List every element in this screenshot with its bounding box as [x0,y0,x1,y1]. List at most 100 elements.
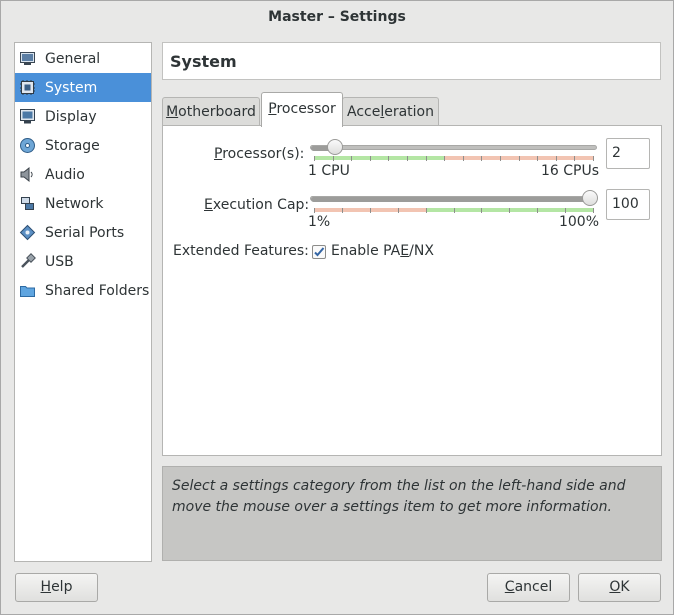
sidebar-item-display[interactable]: Display [15,102,151,131]
scale-tick [333,156,334,161]
sidebar-item-label: Serial Ports [45,224,125,241]
help-button-label: elp [51,579,73,595]
scale-tick [370,156,371,161]
processor-tab-panel: Processor(s): 1 CPU 16 CPUs 2 Execution … [162,125,662,456]
scale-tick [444,156,445,161]
enable-pae-nx-label-post: /NX [409,243,434,259]
sidebar-item-general[interactable]: General [15,44,151,73]
processors-slider-thumb[interactable] [327,139,344,155]
cancel-button[interactable]: Cancel [487,573,570,602]
execution-cap-slider-fill [311,197,590,202]
tab-acceleration[interactable]: Acceleration [342,97,439,127]
processors-max-label: 16 CPUs [540,163,599,179]
scale-tick [314,208,315,213]
execution-cap-slider-thumb[interactable] [582,190,598,206]
network-icon [19,195,36,212]
scale-tick [593,156,594,161]
processors-min-label: 1 CPU [308,163,350,179]
tab-label-pre: Acce [347,104,381,120]
window-title: Master – Settings [268,9,406,25]
scale-tick [519,156,520,161]
scale-tick [342,208,343,213]
sidebar-item-usb[interactable]: USB [15,247,151,276]
scale-tick [463,156,464,161]
execution-cap-label-mnemonic: E [204,197,213,213]
sidebar-item-label: Shared Folders [45,282,150,299]
monitor-icon [19,50,36,67]
ok-button-mnemonic: O [609,579,621,595]
sidebar-item-shared-folders[interactable]: Shared Folders [15,276,151,305]
display-icon [19,108,36,125]
tab-label-post: rocessor [276,101,336,117]
scale-tick [574,156,575,161]
scale-tick [481,208,482,213]
sidebar-item-label: Audio [45,166,85,183]
scale-tick [370,208,371,213]
sidebar-item-storage[interactable]: Storage [15,131,151,160]
execution-cap-scale [314,208,594,213]
tab-label-post: otherboard [178,104,256,120]
scale-tick [398,208,399,213]
sidebar-item-label: Display [45,108,97,125]
checkmark-icon [314,247,325,257]
tab-motherboard[interactable]: Motherboard [162,97,260,127]
enable-pae-nx-label-mnemonic: E [400,243,410,259]
scale-tick [314,156,315,161]
usb-icon [19,253,36,270]
processors-slider-track[interactable] [310,145,597,150]
help-button[interactable]: Help [15,573,98,602]
sidebar-item-label: USB [45,253,74,270]
tab-label-mnemonic: M [166,104,179,120]
sidebar-item-serial-ports[interactable]: Serial Ports [15,218,151,247]
execution-cap-min-label: 1% [308,214,331,230]
speaker-icon [19,166,36,183]
sidebar-item-label: Network [45,195,104,212]
execution-cap-spinbox[interactable]: 100 [606,189,650,220]
scale-tick [426,208,427,213]
enable-pae-nx-checkbox[interactable] [312,245,326,259]
sidebar-item-label: General [45,50,101,67]
enable-pae-nx-label-pre: Enable PA [331,243,401,259]
execution-cap-label: Execution Cap: [204,197,309,213]
tab-label-post: eration [384,104,434,120]
help-info-box: Select a settings category from the list… [162,466,662,561]
help-button-mnemonic: H [40,579,52,595]
sidebar-item-network[interactable]: Network [15,189,151,218]
processors-spinbox[interactable]: 2 [606,138,650,169]
scale-tick [593,208,594,213]
disc-icon [19,137,36,154]
ok-button-label: K [620,579,630,595]
processors-scale [314,156,594,161]
tab-processor[interactable]: Processor [261,92,343,127]
scale-tick [500,156,501,161]
enable-pae-nx-label[interactable]: Enable PAE/NX [331,243,434,259]
sidebar-item-label: System [45,79,98,96]
cancel-button-mnemonic: C [504,579,515,595]
category-list[interactable]: General System Display Storage Audio Net… [14,42,152,562]
scale-tick [426,156,427,161]
extended-features-label: Extended Features: [173,243,309,259]
chip-icon [19,79,36,96]
settings-dialog: Master – Settings General System Display… [0,0,674,615]
execution-cap-label-text: xecution Cap: [212,197,310,213]
scale-tick [388,156,389,161]
scale-tick [537,208,538,213]
scale-tick [537,156,538,161]
scale-tick [565,208,566,213]
sidebar-item-audio[interactable]: Audio [15,160,151,189]
scale-tick [556,156,557,161]
cancel-button-label: ancel [514,579,553,595]
execution-cap-max-label: 100% [558,214,599,230]
processors-label-text: rocessor(s): [222,146,305,162]
processors-label-mnemonic: P [214,146,223,162]
processors-label: Processor(s): [214,146,304,162]
folder-icon [19,282,36,299]
scale-tick [481,156,482,161]
scale-tick [509,208,510,213]
scale-tick [454,208,455,213]
sidebar-item-label: Storage [45,137,100,154]
page-title: System [162,42,661,80]
sidebar-item-system[interactable]: System [15,73,151,102]
scale-tick [407,156,408,161]
ok-button[interactable]: OK [578,573,661,602]
